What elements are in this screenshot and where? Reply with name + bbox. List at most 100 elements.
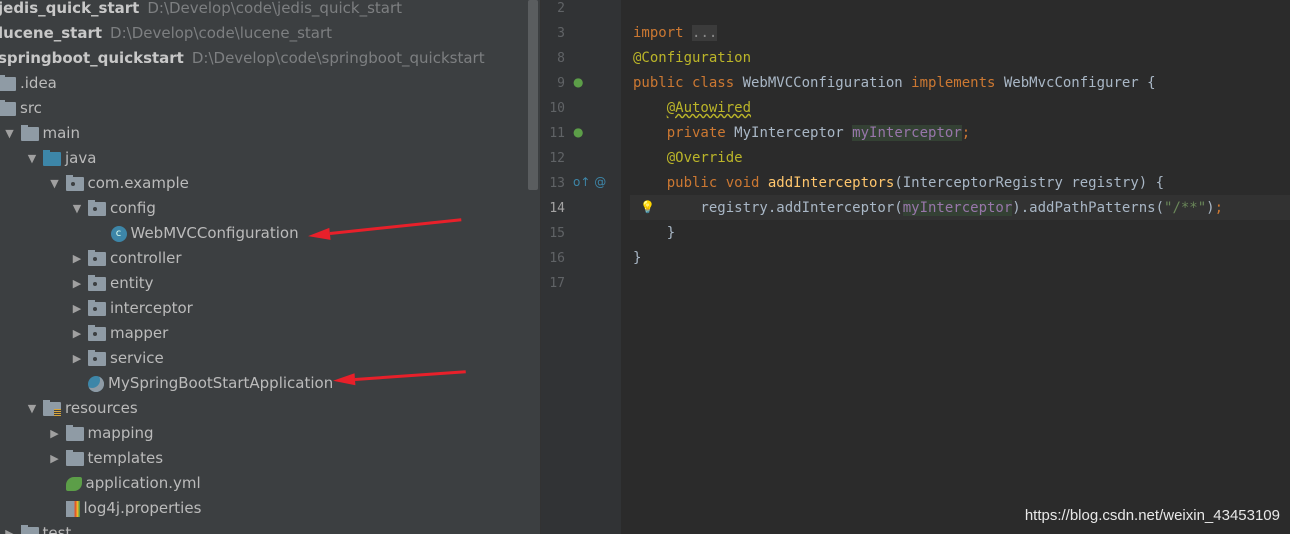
red-annotation-arrowhead — [332, 373, 356, 387]
code-token: ... — [692, 25, 718, 41]
line-number: 10 — [549, 101, 565, 116]
tree-item-label: application.yml — [85, 474, 201, 492]
code-token: @Configuration — [633, 50, 752, 66]
tree-item-java[interactable]: ▼ java — [21, 146, 97, 171]
chevron-right-icon[interactable]: ▶ — [66, 271, 88, 296]
folder-icon — [20, 124, 39, 141]
folder-icon — [20, 524, 39, 534]
code-token: WebMvcConfigurer { — [1003, 75, 1156, 91]
package-icon — [88, 249, 106, 266]
chevron-right-icon[interactable]: ▶ — [0, 521, 21, 534]
tree-item-service[interactable]: ▶ service — [66, 346, 164, 371]
line-number: 17 — [549, 276, 565, 291]
tree-item-lucene-start[interactable]: lucene_start D:\Develop\code\lucene_start — [0, 21, 332, 46]
resources-folder-icon — [43, 399, 61, 416]
tree-item-test[interactable]: ▶ test — [0, 521, 71, 534]
source-folder-icon — [43, 149, 61, 166]
code-token: @Override — [666, 150, 743, 166]
tree-item--idea[interactable]: .idea — [0, 71, 57, 96]
code-token: "/**" — [1164, 200, 1207, 216]
code-token: ).addPathPatterns( — [1012, 200, 1165, 216]
chevron-right-icon[interactable]: ▶ — [66, 321, 88, 346]
tree-item-label: service — [110, 349, 164, 367]
tree-item-com-example[interactable]: ▼ com.example — [44, 171, 189, 196]
tree-item-label: mapper — [110, 324, 169, 342]
autowired-navigate-icon[interactable]: ● — [573, 125, 583, 139]
code-token: WebMVCConfiguration — [742, 75, 912, 91]
chevron-down-icon[interactable]: ▼ — [44, 171, 66, 196]
tree-item-mapping[interactable]: ▶ mapping — [44, 421, 154, 446]
tree-item-label: java — [65, 149, 97, 167]
line-number: 16 — [549, 251, 565, 266]
tree-item-jedis-quick-start[interactable]: jedis_quick_start D:\Develop\code\jedis_q… — [0, 0, 402, 21]
package-icon — [88, 324, 106, 341]
tree-item-label: com.example — [87, 174, 189, 192]
tree-item-controller[interactable]: ▶ controller — [66, 246, 182, 271]
spring-boot-app-icon — [88, 375, 104, 392]
chevron-down-icon[interactable]: ▼ — [21, 146, 43, 171]
code-line[interactable]: private MyInterceptor myInterceptor; — [633, 121, 970, 146]
tree-item-entity[interactable]: ▶ entity — [66, 271, 154, 296]
tree-item-config[interactable]: ▼ config — [66, 196, 156, 221]
chevron-right-icon[interactable]: ▶ — [66, 246, 88, 271]
chevron-down-icon[interactable]: ▼ — [66, 196, 88, 221]
tree-item-mapper[interactable]: ▶ mapper — [66, 321, 168, 346]
code-token: myInterceptor — [902, 200, 1013, 216]
tree-item-resources[interactable]: ▼ resources — [21, 396, 138, 421]
code-line[interactable]: import ... — [633, 21, 718, 46]
chevron-right-icon[interactable]: ▶ — [66, 296, 88, 321]
line-number: 13 — [549, 176, 565, 191]
code-token: implements — [911, 75, 1004, 91]
chevron-right-icon[interactable]: ▶ — [44, 421, 66, 446]
properties-file-icon — [65, 500, 80, 517]
tree-item-myspringbootstartapplication[interactable]: MySpringBootStartApplication — [66, 371, 333, 396]
code-line[interactable]: registry.addInterceptor(myInterceptor).a… — [633, 196, 1223, 221]
chevron-right-icon[interactable]: ▶ — [66, 346, 88, 371]
tree-item-interceptor[interactable]: ▶ interceptor — [66, 296, 193, 321]
line-number: 8 — [557, 51, 565, 66]
tree-item-templates[interactable]: ▶ templates — [44, 446, 163, 471]
code-token: registry.addInterceptor( — [633, 200, 903, 216]
project-name: jedis_quick_start — [0, 0, 140, 17]
tree-item-label: mapping — [87, 424, 154, 442]
code-token: private — [666, 125, 735, 141]
tree-item-label: entity — [110, 274, 154, 292]
tree-item-log4j-properties[interactable]: log4j.properties — [44, 496, 201, 521]
line-number: 12 — [549, 151, 565, 166]
code-token: ; — [961, 125, 971, 141]
tree-item-application-yml[interactable]: application.yml — [44, 471, 201, 496]
spring-bean-icon[interactable]: ● — [573, 75, 583, 89]
tree-item-src[interactable]: src — [0, 96, 42, 121]
code-line[interactable]: } — [633, 221, 675, 246]
chevron-right-icon[interactable]: ▶ — [44, 446, 66, 471]
tree-item-label: main — [42, 124, 80, 142]
project-tree: jedis_quick_start D:\Develop\code\jedis_q… — [0, 0, 541, 534]
tree-item-webmvcconfiguration[interactable]: c WebMVCConfiguration — [89, 221, 299, 246]
project-tree-scrollbar[interactable] — [528, 0, 538, 190]
code-line[interactable]: public void addInterceptors(InterceptorR… — [633, 171, 1164, 196]
code-line[interactable]: @Override — [633, 146, 743, 171]
override-method-icon[interactable]: o↑ @ — [573, 175, 606, 189]
code-token: MyInterceptor — [734, 125, 853, 141]
code-line[interactable]: public class WebMVCConfiguration impleme… — [633, 71, 1156, 96]
code-line[interactable]: } — [633, 246, 641, 271]
chevron-down-icon[interactable]: ▼ — [0, 121, 21, 146]
line-number: 15 — [549, 226, 565, 241]
tree-item-label: .idea — [20, 74, 57, 92]
tree-item-main[interactable]: ▼ main — [0, 121, 80, 146]
code-line[interactable]: @Configuration — [633, 46, 751, 71]
code-token: } — [633, 225, 676, 241]
folder-icon — [65, 424, 84, 441]
code-token: public void — [666, 175, 768, 191]
package-icon — [65, 174, 84, 191]
code-token: addInterceptors — [767, 175, 895, 191]
code-token: @Autowired — [666, 100, 752, 116]
chevron-down-icon[interactable]: ▼ — [21, 396, 43, 421]
watermark: https://blog.csdn.net/weixin_43453109 — [1024, 507, 1280, 524]
code-line[interactable]: @Autowired — [633, 96, 751, 121]
tree-item-springboot-quickstart[interactable]: springboot_quickstart D:\Develop\code\spr… — [0, 46, 485, 71]
code-token: import — [633, 25, 693, 41]
